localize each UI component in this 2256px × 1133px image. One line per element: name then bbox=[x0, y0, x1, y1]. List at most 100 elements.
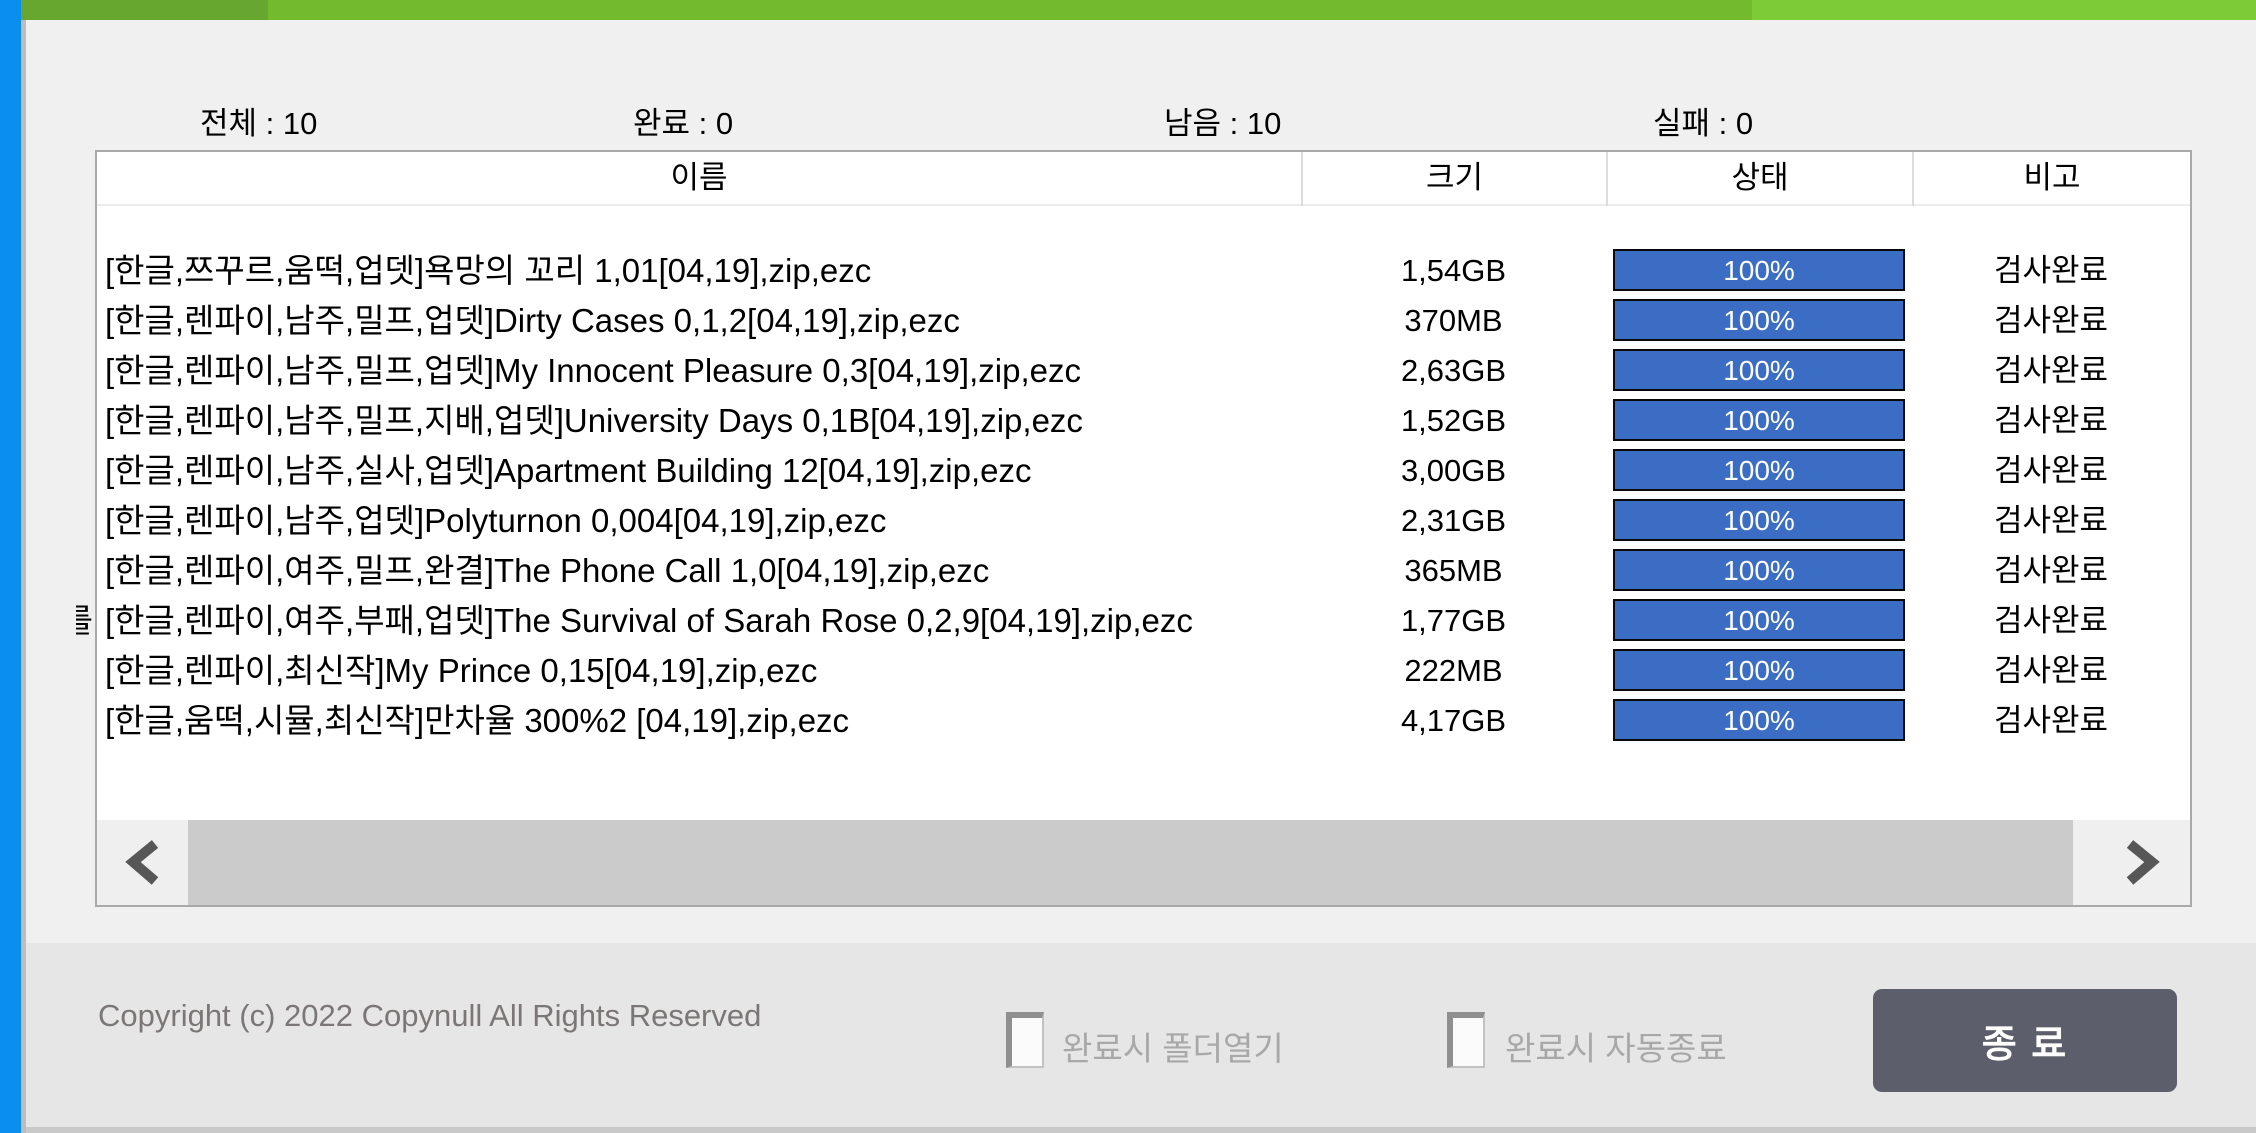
column-header-note[interactable]: 비고 bbox=[1912, 152, 2190, 206]
progress-label: 100% bbox=[1723, 655, 1795, 686]
file-size: 1,54GB bbox=[1400, 253, 1507, 288]
scrollbar-thumb[interactable] bbox=[188, 820, 2073, 905]
file-status: 100% bbox=[1606, 496, 1912, 546]
progress-bar: 100% bbox=[1613, 349, 1905, 391]
file-note: 검사완료 bbox=[1993, 603, 2109, 638]
file-note: 검사완료 bbox=[1993, 453, 2109, 488]
horizontal-scrollbar[interactable] bbox=[97, 820, 2190, 905]
file-note: 검사완료 bbox=[1993, 553, 2109, 588]
file-size: 2,31GB bbox=[1400, 503, 1507, 538]
file-name: [한글,움떡,시뮬,최신작]만차율 300%2 [04,19],zip,ezc bbox=[105, 702, 850, 739]
table-row[interactable]: [한글,쯔꾸르,움떡,업뎃]욕망의 꼬리 1,01[04,19],zip,ezc… bbox=[97, 246, 2190, 296]
file-name: [한글,렌파이,남주,밀프,업뎃]Dirty Cases 0,1,2[04,19… bbox=[105, 302, 960, 339]
file-status: 100% bbox=[1606, 446, 1912, 496]
clipped-name-prefix: 를 bbox=[76, 602, 93, 639]
file-name: [한글,렌파이,남주,밀프,지배,업뎃]University Days 0,1B… bbox=[105, 402, 1083, 439]
progress-label: 100% bbox=[1723, 505, 1795, 536]
file-status: 100% bbox=[1606, 346, 1912, 396]
close-button[interactable]: 종 료 bbox=[1873, 989, 2177, 1092]
file-name: [한글,쯔꾸르,움떡,업뎃]욕망의 꼬리 1,01[04,19],zip,ezc bbox=[105, 252, 872, 289]
file-size: 370MB bbox=[1404, 303, 1503, 338]
table-row[interactable]: [한글,렌파이,여주,밀프,완결]The Phone Call 1,0[04,1… bbox=[97, 546, 2190, 596]
progress-label: 100% bbox=[1723, 355, 1795, 386]
file-status: 100% bbox=[1606, 596, 1912, 646]
file-size: 1,52GB bbox=[1400, 403, 1507, 438]
progress-bar: 100% bbox=[1613, 449, 1905, 491]
progress-bar: 100% bbox=[1613, 699, 1905, 741]
file-note: 검사완료 bbox=[1993, 303, 2109, 338]
progress-bar: 100% bbox=[1613, 249, 1905, 291]
window-left-edge bbox=[21, 0, 26, 1133]
progress-bar: 100% bbox=[1613, 399, 1905, 441]
progress-label: 100% bbox=[1723, 455, 1795, 486]
scroll-left-icon[interactable] bbox=[125, 840, 161, 885]
file-note: 검사완료 bbox=[1993, 353, 2109, 388]
table-row[interactable]: [한글,렌파이,남주,밀프,업뎃]Dirty Cases 0,1,2[04,19… bbox=[97, 296, 2190, 346]
titlebar[interactable] bbox=[21, 0, 2256, 20]
titlebar-segment-left bbox=[21, 0, 268, 20]
progress-bar: 100% bbox=[1613, 499, 1905, 541]
column-header-status[interactable]: 상태 bbox=[1606, 152, 1912, 206]
file-status: 100% bbox=[1606, 646, 1912, 696]
file-size: 2,63GB bbox=[1400, 353, 1507, 388]
table-row[interactable]: [한글,렌파이,남주,업뎃]Polyturnon 0,004[04,19],zi… bbox=[97, 496, 2190, 546]
app-window: 전체 : 10 완료 : 0 남음 : 10 실패 : 0 이름 크기 상태 비… bbox=[0, 0, 2256, 1133]
table-rows: [한글,쯔꾸르,움떡,업뎃]욕망의 꼬리 1,01[04,19],zip,ezc… bbox=[76, 246, 2190, 746]
checkbox-open-folder-label[interactable]: 완료시 폴더열기 bbox=[1062, 1022, 1284, 1070]
table-row[interactable]: 를 [한글,렌파이,여주,부패,업뎃]The Survival of Sarah… bbox=[76, 596, 2190, 646]
progress-bar: 100% bbox=[1613, 599, 1905, 641]
stat-failed: 실패 : 0 bbox=[1653, 106, 1754, 141]
checkbox-auto-close[interactable] bbox=[1447, 1012, 1485, 1068]
copyright-text: Copyright (c) 2022 Copynull All Rights R… bbox=[98, 998, 762, 1033]
table-row[interactable]: [한글,렌파이,최신작]My Prince 0,15[04,19],zip,ez… bbox=[97, 646, 2190, 696]
titlebar-segment-middle bbox=[268, 0, 1752, 20]
file-size: 222MB bbox=[1404, 653, 1503, 688]
progress-bar: 100% bbox=[1613, 549, 1905, 591]
file-name: [한글,렌파이,남주,밀프,업뎃]My Innocent Pleasure 0,… bbox=[105, 352, 1081, 389]
window-bottom-edge bbox=[21, 1127, 2256, 1133]
file-status: 100% bbox=[1606, 396, 1912, 446]
file-status: 100% bbox=[1606, 246, 1912, 296]
file-size: 365MB bbox=[1404, 553, 1503, 588]
desktop-edge-stripe bbox=[0, 0, 21, 1133]
table-row[interactable]: [한글,렌파이,남주,밀프,지배,업뎃]University Days 0,1B… bbox=[97, 396, 2190, 446]
file-status: 100% bbox=[1606, 296, 1912, 346]
progress-label: 100% bbox=[1723, 605, 1795, 636]
titlebar-segment-right bbox=[1752, 0, 2256, 20]
stat-remaining: 남음 : 10 bbox=[1164, 106, 1282, 141]
file-size: 1,77GB bbox=[1400, 603, 1507, 638]
checkbox-open-folder[interactable] bbox=[1006, 1012, 1044, 1068]
stat-total: 전체 : 10 bbox=[200, 106, 318, 141]
file-status: 100% bbox=[1606, 546, 1912, 596]
progress-label: 100% bbox=[1723, 405, 1795, 436]
file-note: 검사완료 bbox=[1993, 253, 2109, 288]
file-list: 이름 크기 상태 비고 [한글,쯔꾸르,움떡,업뎃]욕망의 꼬리 1,01[04… bbox=[76, 150, 2192, 907]
file-note: 검사완료 bbox=[1993, 403, 2109, 438]
table-row[interactable]: [한글,움떡,시뮬,최신작]만차율 300%2 [04,19],zip,ezc … bbox=[97, 696, 2190, 746]
file-name: [한글,렌파이,여주,밀프,완결]The Phone Call 1,0[04,1… bbox=[105, 552, 990, 589]
file-status: 100% bbox=[1606, 696, 1912, 746]
progress-bar: 100% bbox=[1613, 649, 1905, 691]
file-name: [한글,렌파이,최신작]My Prince 0,15[04,19],zip,ez… bbox=[105, 652, 818, 689]
file-note: 검사완료 bbox=[1993, 503, 2109, 538]
scroll-right-icon[interactable] bbox=[2124, 840, 2160, 885]
table-row[interactable]: [한글,렌파이,남주,밀프,업뎃]My Innocent Pleasure 0,… bbox=[97, 346, 2190, 396]
progress-label: 100% bbox=[1723, 705, 1795, 736]
file-name: [한글,렌파이,여주,부패,업뎃]The Survival of Sarah R… bbox=[105, 602, 1193, 639]
column-header-name[interactable]: 이름 bbox=[97, 152, 1301, 206]
progress-label: 100% bbox=[1723, 305, 1795, 336]
progress-bar: 100% bbox=[1613, 299, 1905, 341]
checkbox-auto-close-label[interactable]: 완료시 자동종료 bbox=[1505, 1022, 1727, 1070]
progress-label: 100% bbox=[1723, 255, 1795, 286]
column-header-size[interactable]: 크기 bbox=[1301, 152, 1606, 206]
file-size: 4,17GB bbox=[1400, 703, 1507, 738]
list-header: 이름 크기 상태 비고 bbox=[97, 152, 2190, 206]
stat-complete: 완료 : 0 bbox=[633, 106, 734, 141]
file-note: 검사완료 bbox=[1993, 703, 2109, 738]
table-row[interactable]: [한글,렌파이,남주,실사,업뎃]Apartment Building 12[0… bbox=[97, 446, 2190, 496]
file-note: 검사완료 bbox=[1993, 653, 2109, 688]
file-name: [한글,렌파이,남주,업뎃]Polyturnon 0,004[04,19],zi… bbox=[105, 502, 887, 539]
file-name: [한글,렌파이,남주,실사,업뎃]Apartment Building 12[0… bbox=[105, 452, 1032, 489]
file-size: 3,00GB bbox=[1400, 453, 1507, 488]
progress-label: 100% bbox=[1723, 555, 1795, 586]
